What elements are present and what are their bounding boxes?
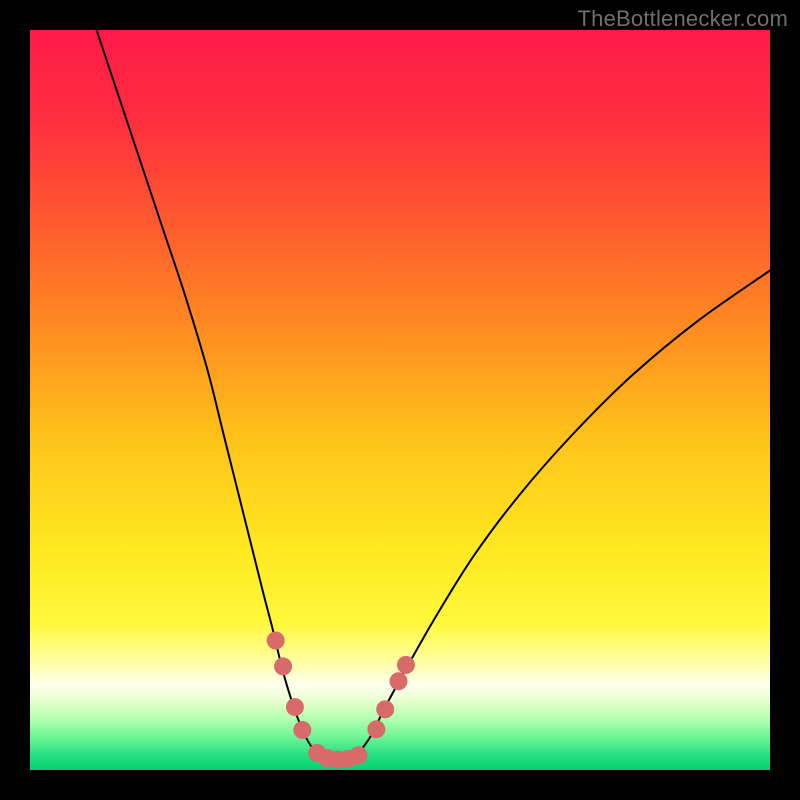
highlight-markers bbox=[267, 632, 415, 769]
marker-dot bbox=[274, 657, 292, 675]
marker-dot bbox=[376, 700, 394, 718]
curve-left-arm bbox=[97, 30, 326, 758]
chart-stage: TheBottlenecker.com bbox=[0, 0, 800, 800]
marker-dot bbox=[267, 632, 285, 650]
marker-dot bbox=[390, 672, 408, 690]
plot-area bbox=[30, 30, 770, 770]
curve-layer bbox=[30, 30, 770, 770]
marker-dot bbox=[397, 656, 415, 674]
curve-right-arm bbox=[356, 271, 770, 757]
marker-dot bbox=[293, 721, 311, 739]
watermark-text: TheBottlenecker.com bbox=[578, 6, 788, 32]
marker-dot bbox=[367, 720, 385, 738]
marker-dot bbox=[286, 698, 304, 716]
marker-dot bbox=[350, 746, 368, 764]
